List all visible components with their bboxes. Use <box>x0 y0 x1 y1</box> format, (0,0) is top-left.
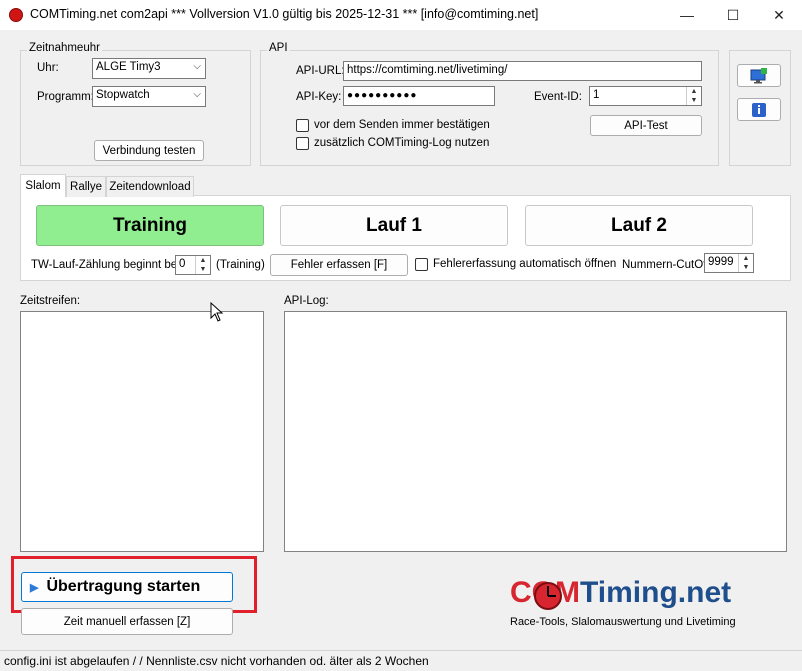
log-checkbox[interactable] <box>296 137 309 150</box>
record-error-button[interactable]: Fehler erfassen [F] <box>270 254 408 276</box>
auto-open-checkbox[interactable] <box>415 258 428 271</box>
close-button[interactable]: ✕ <box>756 0 802 30</box>
cutoff-value: 9999 <box>708 256 734 268</box>
logo-rest: Timing.net <box>580 576 732 609</box>
program-select[interactable]: Stopwatch ⌵ <box>92 86 206 107</box>
info-icon <box>752 102 766 117</box>
monitor-add-icon <box>750 67 767 83</box>
minimize-icon: — <box>680 7 694 23</box>
cutoff-stepper[interactable]: 9999 ▲ ▼ <box>704 253 754 273</box>
confirm-label: vor dem Senden immer bestätigen <box>314 119 490 131</box>
cutoff-label: Nummern-CutOff: <box>622 259 713 271</box>
count-start-spinner[interactable]: ▲ ▼ <box>195 256 210 274</box>
event-id-stepper[interactable]: 1 ▲ ▼ <box>589 86 702 106</box>
status-bar: config.ini ist abgelaufen / / Nennliste.… <box>0 650 802 671</box>
spin-up-icon[interactable]: ▲ <box>739 254 753 263</box>
monitor-button[interactable] <box>737 64 781 87</box>
auto-open-label: Fehlererfassung automatisch öffnen <box>433 258 617 270</box>
timing-group-label: Zeitnahmeuhr <box>27 42 102 54</box>
clock-label: Uhr: <box>37 62 59 74</box>
maximize-icon: ☐ <box>726 6 740 23</box>
start-transfer-label: Übertragung starten <box>46 578 201 595</box>
api-log-list[interactable] <box>284 311 787 552</box>
minimize-button[interactable]: — <box>664 0 710 30</box>
program-label: Programm: <box>37 91 94 103</box>
event-id-label: Event-ID: <box>534 91 582 103</box>
info-button[interactable] <box>737 98 781 121</box>
api-test-button[interactable]: API-Test <box>590 115 702 136</box>
spin-up-icon[interactable]: ▲ <box>196 256 210 265</box>
maximize-button[interactable]: ☐ <box>710 0 756 30</box>
count-start-suffix: (Training) <box>216 259 265 271</box>
stopwatch-icon <box>534 582 562 610</box>
manual-time-button[interactable]: Zeit manuell erfassen [Z] <box>21 608 233 635</box>
api-url-label: API-URL: <box>296 65 345 77</box>
clock-select[interactable]: ALGE Timy3 ⌵ <box>92 58 206 79</box>
confirm-checkbox[interactable] <box>296 119 309 132</box>
api-group-label: API <box>267 42 290 54</box>
times-list-label: Zeitstreifen: <box>20 295 81 307</box>
spin-down-icon[interactable]: ▼ <box>739 263 753 272</box>
training-button[interactable]: Training <box>36 205 264 246</box>
test-connection-button[interactable]: Verbindung testen <box>94 140 204 161</box>
tab-slalom[interactable]: Slalom <box>20 174 66 197</box>
close-icon: ✕ <box>773 6 785 23</box>
spin-down-icon[interactable]: ▼ <box>687 96 701 105</box>
count-start-stepper[interactable]: 0 ▲ ▼ <box>175 255 211 275</box>
window-title: COMTiming.net com2api *** Vollversion V1… <box>30 7 539 21</box>
run2-button[interactable]: Lauf 2 <box>525 205 753 246</box>
tab-rallye[interactable]: Rallye <box>66 176 106 197</box>
event-id-spinner[interactable]: ▲ ▼ <box>686 87 701 105</box>
api-url-input[interactable]: https://comtiming.net/livetiming/ <box>343 61 702 81</box>
start-transfer-button[interactable]: ▶ Übertragung starten <box>21 572 233 602</box>
program-select-value: Stopwatch <box>96 89 150 101</box>
play-icon: ▶ <box>30 581 39 594</box>
logo-tagline: Race-Tools, Slalomauswertung und Livetim… <box>510 616 736 628</box>
app-icon <box>9 8 23 22</box>
clock-select-value: ALGE Timy3 <box>96 61 161 73</box>
run1-button[interactable]: Lauf 1 <box>280 205 508 246</box>
count-start-value: 0 <box>179 258 186 270</box>
count-start-label: TW-Lauf-Zählung beginnt bei: <box>31 259 183 271</box>
api-key-input[interactable]: ●●●●●●●●●● <box>343 86 495 106</box>
chevron-down-icon: ⌵ <box>193 89 201 100</box>
chevron-down-icon: ⌵ <box>193 61 201 72</box>
spin-up-icon[interactable]: ▲ <box>687 87 701 96</box>
api-key-label: API-Key: <box>296 91 342 103</box>
event-id-value: 1 <box>593 89 600 101</box>
api-log-label: API-Log: <box>284 295 329 307</box>
tab-zeitendownload[interactable]: Zeitendownload <box>106 176 194 197</box>
log-checkbox-label: zusätzlich COMTiming-Log nutzen <box>314 137 490 149</box>
mouse-cursor-icon <box>210 302 224 322</box>
spin-down-icon[interactable]: ▼ <box>196 265 210 274</box>
times-list[interactable] <box>20 311 264 552</box>
cutoff-spinner[interactable]: ▲ ▼ <box>738 254 753 272</box>
